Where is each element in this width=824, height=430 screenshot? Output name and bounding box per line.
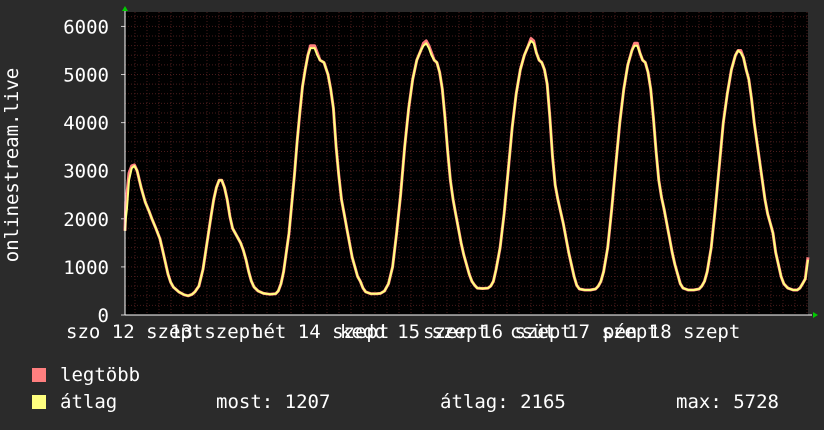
x-tick-label: 13 szept: [170, 321, 262, 343]
legend-avg-swatch: [32, 395, 46, 409]
stat-current: most: 1207: [216, 391, 330, 413]
y-tick-label: 4000: [63, 113, 109, 135]
y-tick-label: 5000: [63, 65, 109, 87]
stat-max-label: max:: [676, 391, 722, 413]
y-axis-label: onlinestream.live: [1, 68, 23, 262]
legend-avg-label: átlag: [60, 391, 118, 413]
y-axis-arrow: [122, 6, 128, 11]
stat-current-value: 1207: [284, 391, 331, 413]
stat-max: max: 5728: [676, 391, 779, 413]
stat-max-value: 5728: [733, 391, 779, 413]
stat-average-label: átlag:: [440, 391, 509, 413]
y-tick-label: 3000: [63, 161, 109, 183]
stat-average-value: 2165: [520, 391, 566, 413]
x-axis-arrow: [813, 312, 818, 318]
stat-average: átlag: 2165: [440, 391, 566, 413]
legend-max-swatch: [32, 368, 46, 382]
y-tick-label: 2000: [63, 209, 109, 231]
legend-max-label: legtöbb: [60, 364, 141, 386]
y-tick-label: 1000: [63, 257, 109, 279]
x-tick-label: pén 18 szept: [603, 321, 740, 343]
stat-current-label: most:: [216, 391, 274, 413]
y-tick-label: 6000: [63, 16, 109, 38]
